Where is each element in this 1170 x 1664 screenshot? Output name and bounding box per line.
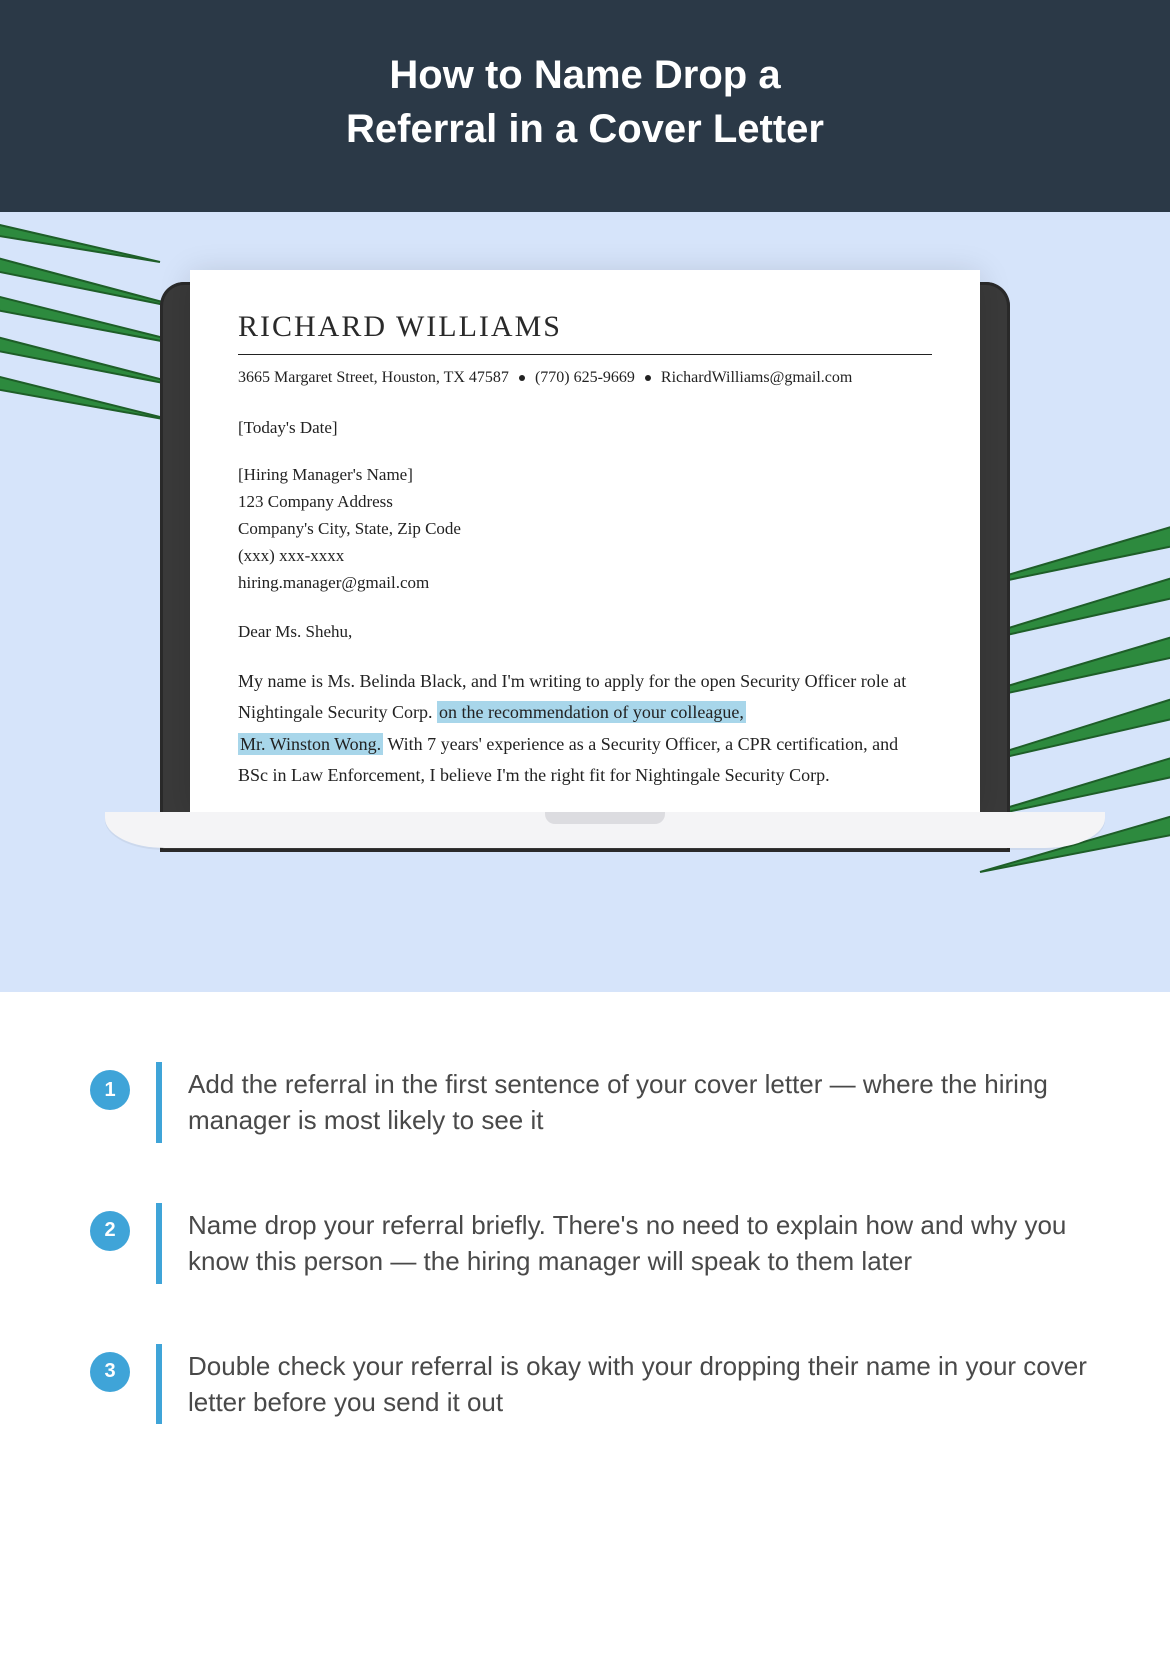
tip-item-2: 2 Name drop your referral briefly. There…	[90, 1203, 1090, 1284]
date-placeholder: [Today's Date]	[238, 417, 932, 440]
tip-text: Double check your referral is okay with …	[188, 1344, 1090, 1425]
tip-item-1: 1 Add the referral in the first sentence…	[90, 1062, 1090, 1143]
contact-line: 3665 Margaret Street, Houston, TX 47587 …	[238, 369, 932, 393]
referral-highlight-1: on the recommendation of your colleague,	[437, 701, 746, 723]
tip-item-3: 3 Double check your referral is okay wit…	[90, 1344, 1090, 1425]
recipient-addr2: Company's City, State, Zip Code	[238, 518, 932, 541]
page-title: How to Name Drop a Referral in a Cover L…	[20, 48, 1150, 156]
contact-email: RichardWilliams@gmail.com	[661, 369, 852, 387]
contact-phone: (770) 625-9669	[535, 369, 635, 387]
salutation: Dear Ms. Shehu,	[238, 621, 932, 644]
laptop-screen: RICHARD WILLIAMS 3665 Margaret Street, H…	[160, 282, 1010, 852]
tip-accent-bar	[156, 1203, 162, 1284]
tip-number-badge: 2	[90, 1211, 130, 1251]
separator-dot-icon	[519, 375, 525, 381]
title-line-1: How to Name Drop a	[389, 53, 780, 97]
tip-accent-bar	[156, 1062, 162, 1143]
letter-date: [Today's Date]	[238, 417, 932, 440]
referral-highlight-2: Mr. Winston Wong.	[238, 733, 383, 755]
contact-address: 3665 Margaret Street, Houston, TX 47587	[238, 369, 509, 387]
tip-text: Name drop your referral briefly. There's…	[188, 1203, 1090, 1284]
recipient-addr1: 123 Company Address	[238, 491, 932, 514]
recipient-email: hiring.manager@gmail.com	[238, 572, 932, 595]
tip-number-badge: 1	[90, 1070, 130, 1110]
recipient-name: [Hiring Manager's Name]	[238, 464, 932, 487]
laptop-illustration: RICHARD WILLIAMS 3665 Margaret Street, H…	[105, 282, 1065, 848]
letter-body: My name is Ms. Belinda Black, and I'm wr…	[238, 666, 932, 792]
recipient-block: [Hiring Manager's Name] 123 Company Addr…	[238, 464, 932, 595]
recipient-phone: (xxx) xxx-xxxx	[238, 545, 932, 568]
separator-dot-icon	[645, 375, 651, 381]
cover-letter-document: RICHARD WILLIAMS 3665 Margaret Street, H…	[190, 270, 980, 812]
tip-accent-bar	[156, 1344, 162, 1425]
laptop-base	[105, 812, 1105, 848]
header-banner: How to Name Drop a Referral in a Cover L…	[0, 0, 1170, 212]
tips-section: 1 Add the referral in the first sentence…	[0, 992, 1170, 1544]
tip-number-badge: 3	[90, 1352, 130, 1392]
title-line-2: Referral in a Cover Letter	[346, 107, 824, 151]
illustration-stage: RICHARD WILLIAMS 3665 Margaret Street, H…	[0, 212, 1170, 992]
applicant-name: RICHARD WILLIAMS	[238, 310, 932, 355]
tip-text: Add the referral in the first sentence o…	[188, 1062, 1090, 1143]
